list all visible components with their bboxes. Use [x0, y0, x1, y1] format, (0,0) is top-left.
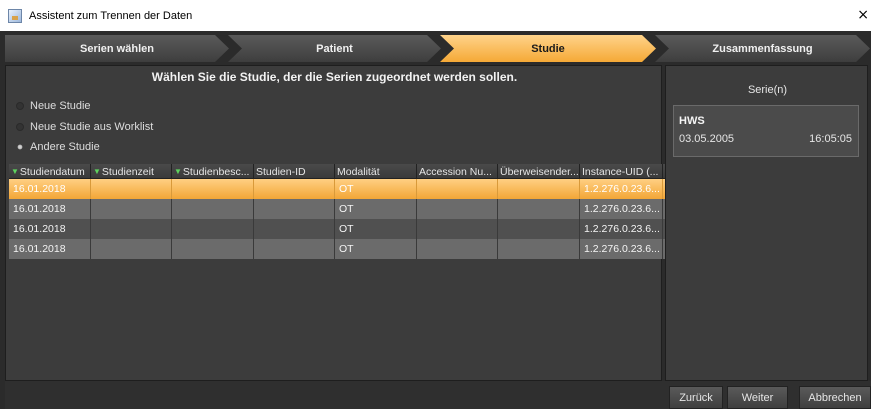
radio-neue-studie[interactable]: Neue Studie — [16, 100, 91, 112]
column-header[interactable]: ▼ Studienbesc... — [172, 164, 254, 179]
series-time: 16:05:05 — [809, 133, 852, 145]
radio-label: Neue Studie aus Worklist — [30, 121, 154, 133]
column-header[interactable]: Modalität — [335, 164, 417, 179]
table-cell: 16.01.2018 — [9, 219, 91, 239]
column-header[interactable]: ▼ Studienzeit — [91, 164, 172, 179]
study-selection-panel: Wählen Sie die Studie, der die Serien zu… — [5, 65, 666, 381]
table-cell — [254, 199, 335, 219]
step-zusammenfassung: Zusammenfassung — [655, 35, 870, 62]
step-serien-waehlen: Serien wählen — [5, 35, 229, 62]
table-cell — [498, 239, 580, 259]
series-name: HWS — [679, 115, 705, 127]
table-cell — [254, 219, 335, 239]
study-table: ▼ Studiendatum ▼ Studienzeit ▼ Studienbesc.… — [9, 164, 666, 259]
column-label: Studienzeit — [101, 165, 154, 178]
table-cell: 16.01.2018 — [9, 199, 91, 219]
filter-icon: ▼ — [93, 167, 101, 176]
column-header[interactable]: ▼ Studiendatum — [9, 164, 91, 179]
series-panel: Serie(n) HWS 03.05.2005 16:05:05 — [665, 65, 868, 381]
radio-icon — [16, 123, 24, 131]
radio-neue-studie-worklist[interactable]: Neue Studie aus Worklist — [16, 121, 153, 133]
table-cell — [498, 219, 580, 239]
panel-heading: Wählen Sie die Studie, der die Serien zu… — [151, 70, 518, 84]
table-cell: OT — [335, 199, 417, 219]
table-cell: 1.2.276.0.23.6... — [580, 199, 663, 219]
column-header[interactable]: Studien-ID — [254, 164, 335, 179]
column-label: Accession Nu... — [419, 165, 492, 178]
table-row[interactable]: 16.01.2018 OT 1.2.276.0.23.6... — [9, 219, 666, 239]
series-date: 03.05.2005 — [679, 133, 735, 145]
column-label: Überweisender... — [500, 165, 579, 178]
table-cell: 1.2.276.0.23.6... — [580, 239, 663, 259]
column-label: Studiendatum — [19, 165, 85, 178]
table-cell — [417, 199, 498, 219]
step-label: Zusammenfassung — [712, 42, 813, 55]
close-icon[interactable]: × — [857, 7, 869, 23]
back-button[interactable]: Zurück — [669, 386, 723, 409]
column-header[interactable]: Überweisender... — [498, 164, 580, 179]
table-cell — [498, 179, 580, 199]
table-row[interactable]: 16.01.2018 OT 1.2.276.0.23.6... — [9, 239, 666, 259]
series-panel-title: Serie(n) — [747, 84, 788, 96]
step-label: Patient — [316, 42, 353, 55]
step-patient: Patient — [228, 35, 441, 62]
column-label: Studienbesc... — [182, 165, 250, 178]
window-titlebar: Assistent zum Trennen der Daten × — [0, 0, 871, 31]
table-cell — [91, 239, 172, 259]
table-cell — [172, 239, 254, 259]
series-card[interactable]: HWS 03.05.2005 16:05:05 — [673, 105, 859, 157]
button-bar: Zurück Weiter Abbrechen — [5, 381, 871, 409]
next-button[interactable]: Weiter — [727, 386, 788, 409]
radio-label: Neue Studie — [30, 100, 91, 112]
column-header[interactable]: Instance-UID (... — [580, 164, 663, 179]
table-cell — [172, 219, 254, 239]
table-cell — [172, 199, 254, 219]
table-cell — [417, 179, 498, 199]
step-label: Serien wählen — [80, 42, 154, 55]
wizard-steps: Serien wählen Patient Studie Zusammenfas… — [5, 35, 871, 62]
app-icon — [8, 8, 22, 23]
table-cell — [254, 179, 335, 199]
filter-icon: ▼ — [11, 167, 19, 176]
table-cell — [417, 239, 498, 259]
table-cell: 16.01.2018 — [9, 179, 91, 199]
table-header: ▼ Studiendatum ▼ Studienzeit ▼ Studienbesc.… — [9, 164, 666, 179]
column-label: Instance-UID (... — [582, 165, 659, 178]
step-label: Studie — [531, 42, 565, 55]
table-cell: OT — [335, 219, 417, 239]
table-cell: 1.2.276.0.23.6... — [580, 219, 663, 239]
column-label: Studien-ID — [256, 165, 306, 178]
table-cell — [498, 199, 580, 219]
table-cell: 16.01.2018 — [9, 239, 91, 259]
radio-label: Andere Studie — [30, 141, 100, 153]
table-row[interactable]: 16.01.2018 OT 1.2.276.0.23.6... — [9, 199, 666, 219]
step-studie: Studie — [440, 35, 656, 62]
radio-andere-studie[interactable]: Andere Studie — [16, 141, 100, 153]
table-cell: 1.2.276.0.23.6... — [580, 179, 663, 199]
radio-selected-icon — [17, 144, 23, 150]
filter-icon: ▼ — [174, 167, 182, 176]
window-title: Assistent zum Trennen der Daten — [29, 9, 193, 22]
table-cell: OT — [335, 239, 417, 259]
table-cell — [417, 219, 498, 239]
table-row-selected[interactable]: 16.01.2018 OT 1.2.276.0.23.6... — [9, 179, 666, 199]
table-cell — [91, 199, 172, 219]
column-header[interactable]: Accession Nu... — [417, 164, 498, 179]
table-cell — [172, 179, 254, 199]
table-cell — [254, 239, 335, 259]
radio-icon — [16, 102, 24, 110]
table-cell — [91, 179, 172, 199]
table-cell — [91, 219, 172, 239]
table-cell: OT — [335, 179, 417, 199]
cancel-button[interactable]: Abbrechen — [799, 386, 871, 409]
column-label: Modalität — [337, 165, 380, 178]
